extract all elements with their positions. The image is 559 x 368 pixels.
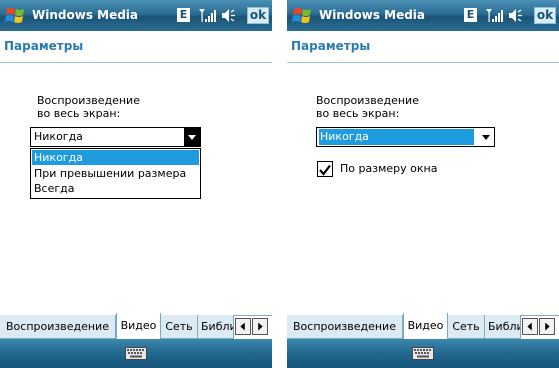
screen-dropdown-open: Windows Media E ok Параметры Воспроизвед… [0,0,272,368]
volume-icon[interactable] [220,8,238,23]
tab-video[interactable]: Видео [403,313,448,339]
screen-fit-window: Windows Media E ok Параметры Воспроизвед… [287,0,559,368]
fit-window-checkbox[interactable] [317,161,333,177]
fullscreen-label-line2: во весь экран: [37,107,121,120]
softkey-bar [287,339,559,368]
heading-divider [0,62,272,63]
fullscreen-label-line1: Воспроизведение [37,94,140,107]
app-title[interactable]: Windows Media [32,8,138,22]
tab-video[interactable]: Видео [116,313,161,339]
keyboard-icon[interactable] [412,347,434,360]
device-screenshots: Windows Media E ok Параметры Воспроизвед… [0,0,559,368]
title-bar: Windows Media E ok [287,0,559,31]
page-title: Параметры [291,39,371,53]
windows-flag-icon[interactable] [291,4,315,28]
signal-icon[interactable] [198,7,216,24]
arrow-right-icon[interactable] [252,318,268,335]
heading-divider [287,62,559,63]
combo-value: Никогда [34,130,83,143]
fullscreen-combo[interactable]: Никогда [30,127,201,147]
page-title: Параметры [4,39,84,53]
connection-indicator[interactable]: E [177,8,190,22]
ok-button[interactable]: ok [534,7,556,24]
volume-icon[interactable] [507,8,525,23]
arrow-left-icon[interactable] [235,318,251,335]
ok-button[interactable]: ok [247,7,269,24]
title-bar: Windows Media E ok [0,0,272,31]
signal-icon[interactable] [485,7,503,24]
combo-dropdown-list: Никогда При превышении размера Всегда [30,148,201,199]
option-never[interactable]: Никогда [32,150,199,165]
fit-window-label[interactable]: По размеру окна [340,162,437,175]
fullscreen-label-line1: Воспроизведение [316,94,419,107]
tab-library[interactable]: Библи [485,315,521,339]
tab-playback[interactable]: Воспроизведение [0,315,116,339]
tab-library[interactable]: Библи [198,315,234,339]
tab-network[interactable]: Сеть [161,315,198,339]
softkey-bar [0,339,272,368]
tab-playback[interactable]: Воспроизведение [287,315,403,339]
page-heading: Параметры [287,35,559,59]
combo-value: Никогда [319,129,474,145]
option-when-exceeds-size[interactable]: При превышении размера [32,166,199,181]
arrow-right-icon[interactable] [539,318,555,335]
connection-indicator[interactable]: E [464,8,477,22]
dropdown-arrow-icon[interactable] [184,128,200,146]
fullscreen-label-line2: во весь экран: [316,107,400,120]
option-always[interactable]: Всегда [32,181,199,196]
fullscreen-combo[interactable]: Никогда [316,127,495,147]
checkmark-icon [319,164,331,176]
tab-network[interactable]: Сеть [448,315,485,339]
windows-flag-icon[interactable] [4,4,28,28]
keyboard-icon[interactable] [125,347,147,360]
arrow-left-icon[interactable] [522,318,538,335]
page-heading: Параметры [0,35,272,59]
app-title[interactable]: Windows Media [319,8,425,22]
dropdown-arrow-icon[interactable] [478,128,494,146]
